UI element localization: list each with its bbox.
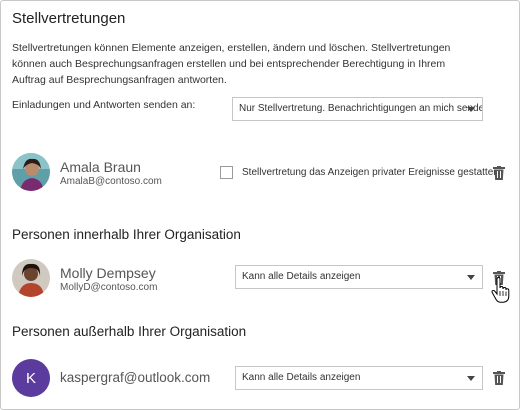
trash-icon[interactable] <box>493 166 505 180</box>
external-person-email: kaspergraf@outlook.com <box>60 370 211 385</box>
external-permission-value: Kann alle Details anzeigen <box>242 372 361 383</box>
internal-person-name: Molly Dempsey <box>60 265 156 281</box>
avatar <box>12 259 50 297</box>
external-permission-dropdown[interactable]: Kann alle Details anzeigen <box>235 366 483 390</box>
send-to-selected-value: Nur Stellvertretung. Benachrichtigungen … <box>239 103 483 114</box>
page-title: Stellvertretungen <box>12 10 126 27</box>
delegate-name: Amala Braun <box>60 159 141 175</box>
chevron-down-icon <box>467 107 475 112</box>
internal-permission-dropdown[interactable]: Kann alle Details anzeigen <box>235 265 483 289</box>
avatar: K <box>12 359 50 397</box>
avatar <box>12 153 50 191</box>
send-to-label: Einladungen und Antworten senden an: <box>12 99 196 111</box>
avatar-initial: K <box>25 369 36 387</box>
hand-pointer-icon <box>491 276 511 303</box>
private-events-checkbox[interactable] <box>220 166 233 179</box>
internal-person-email: MollyD@contoso.com <box>60 282 158 293</box>
internal-permission-value: Kann alle Details anzeigen <box>242 271 361 282</box>
trash-icon[interactable] <box>493 371 505 385</box>
delegate-email: AmalaB@contoso.com <box>60 176 162 187</box>
send-to-dropdown[interactable]: Nur Stellvertretung. Benachrichtigungen … <box>232 97 483 121</box>
description-text: Stellvertretungen können Elemente anzeig… <box>12 42 451 86</box>
internal-section-heading: Personen innerhalb Ihrer Organisation <box>12 227 241 242</box>
chevron-down-icon <box>467 376 475 381</box>
chevron-down-icon <box>467 275 475 280</box>
external-section-heading: Personen außerhalb Ihrer Organisation <box>12 324 247 339</box>
stellvertretungen-panel: Stellvertretungen Stellvertretungen könn… <box>0 0 520 410</box>
private-events-label: Stellvertretung das Anzeigen privater Er… <box>242 167 499 178</box>
